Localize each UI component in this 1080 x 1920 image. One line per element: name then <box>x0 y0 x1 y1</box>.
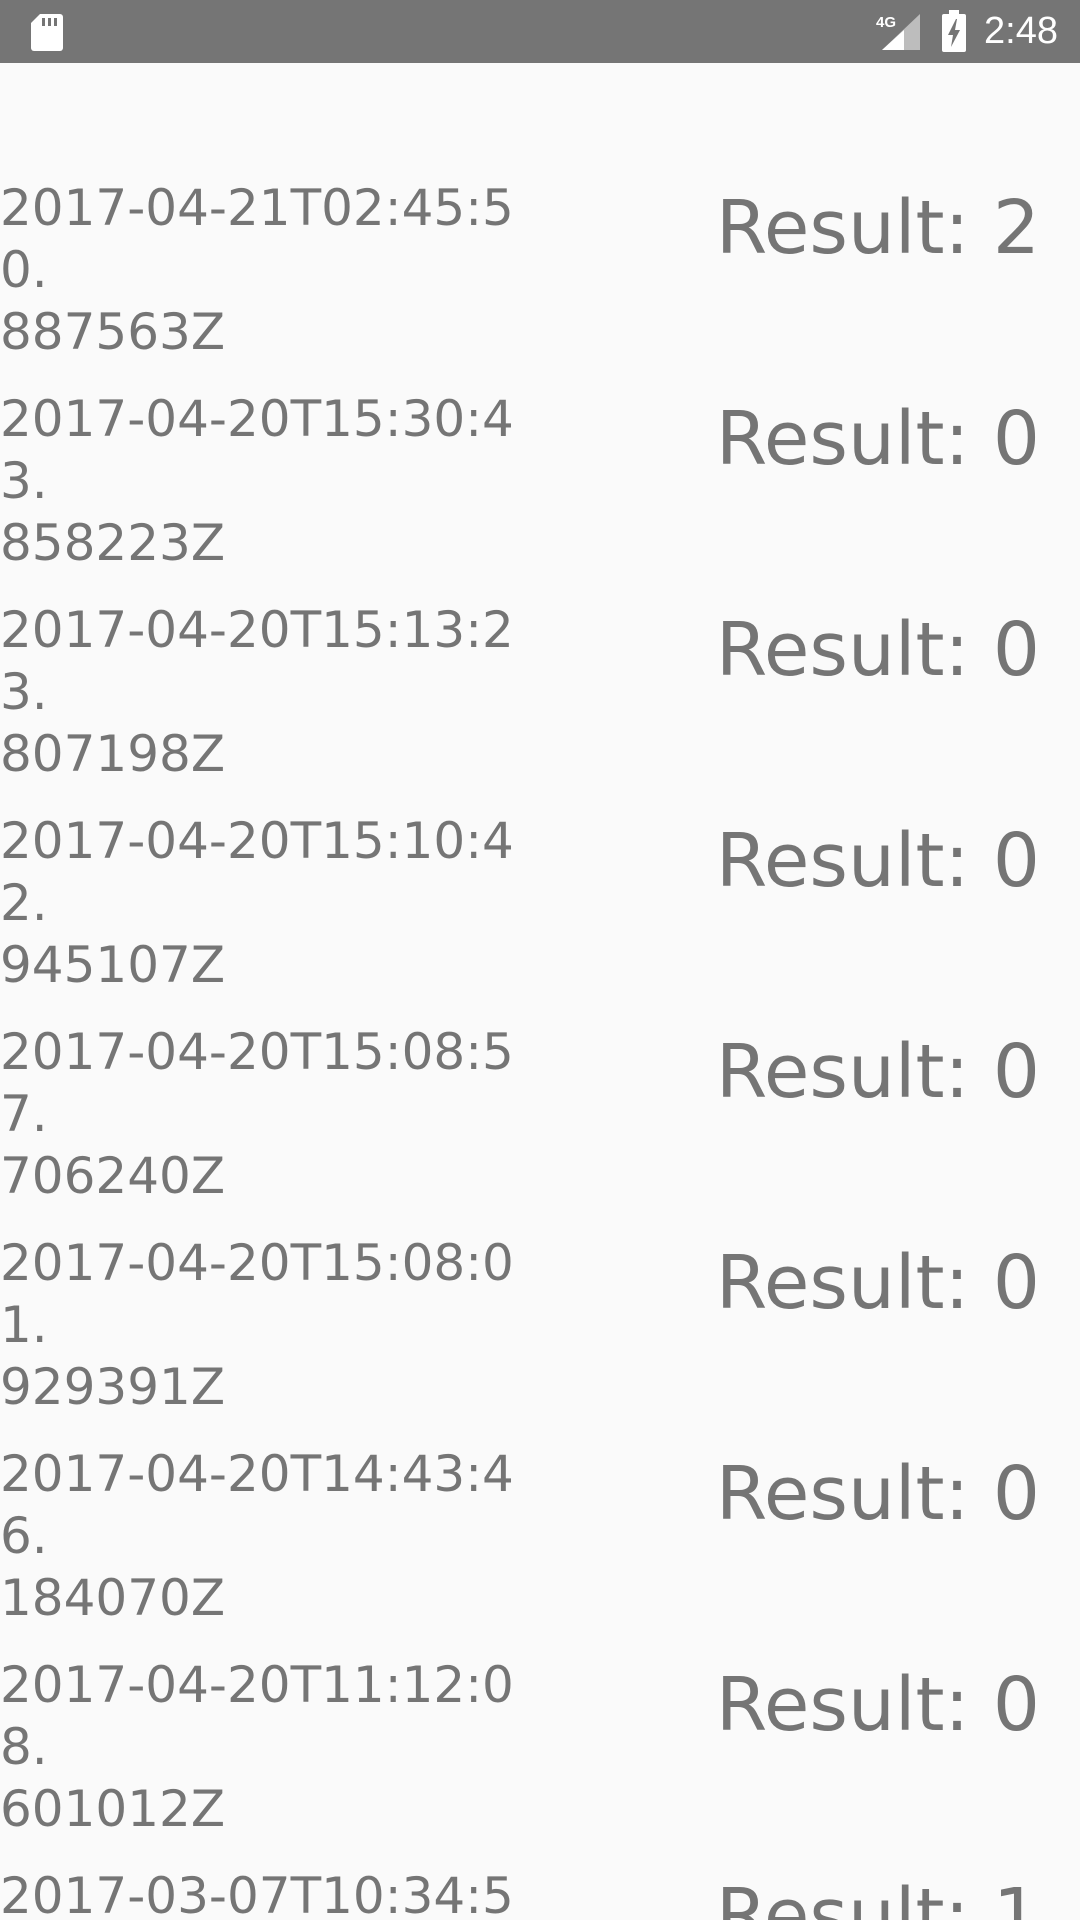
list-item[interactable]: 2017-04-20T14:43:46. 184070Z Result: 0 <box>0 1329 1080 1627</box>
list-item[interactable]: 2017-04-20T11:12:08. 601012Z Result: 0 <box>0 1540 1080 1838</box>
result-label: Result: 0 <box>715 1451 1040 1537</box>
result-label: Result: 2 <box>715 185 1040 271</box>
status-time: 2:48 <box>984 10 1058 52</box>
status-bar: 4G 2:48 <box>0 0 1080 63</box>
result-label: Result: 0 <box>715 396 1040 482</box>
list-item[interactable]: 2017-04-20T15:13:23. 807198Z Result: 0 <box>0 485 1080 783</box>
result-label: Result: 0 <box>715 607 1040 693</box>
list-item[interactable]: 2017-04-20T15:08:57. 706240Z Result: 0 <box>0 907 1080 1205</box>
svg-text:4G: 4G <box>876 14 896 31</box>
list-item[interactable]: 2017-03-07T10:34:52Z Result: 1 <box>0 1751 1080 1920</box>
sd-card-icon <box>31 14 63 51</box>
result-label: Result: 0 <box>715 818 1040 904</box>
result-label: Result: 0 <box>715 1029 1040 1115</box>
result-label: Result: 0 <box>715 1240 1040 1326</box>
result-label: Result: 0 <box>715 1662 1040 1748</box>
list-item[interactable]: 2017-04-21T02:45:50. 887563Z Result: 2 <box>0 63 1080 361</box>
signal-4g-icon: 4G <box>876 14 920 50</box>
result-label: Result: 1 <box>715 1873 1040 1920</box>
battery-charging-icon <box>942 10 966 52</box>
list-item[interactable]: 2017-04-20T15:10:42. 945107Z Result: 0 <box>0 696 1080 994</box>
list-item[interactable]: 2017-04-20T15:30:43. 858223Z Result: 0 <box>0 274 1080 572</box>
results-list[interactable]: 2017-04-21T02:45:50. 887563Z Result: 2 2… <box>0 63 1080 1920</box>
list-item[interactable]: 2017-04-20T15:08:01. 929391Z Result: 0 <box>0 1118 1080 1416</box>
timestamp-label: 2017-03-07T10:34:52Z <box>0 1867 514 1920</box>
